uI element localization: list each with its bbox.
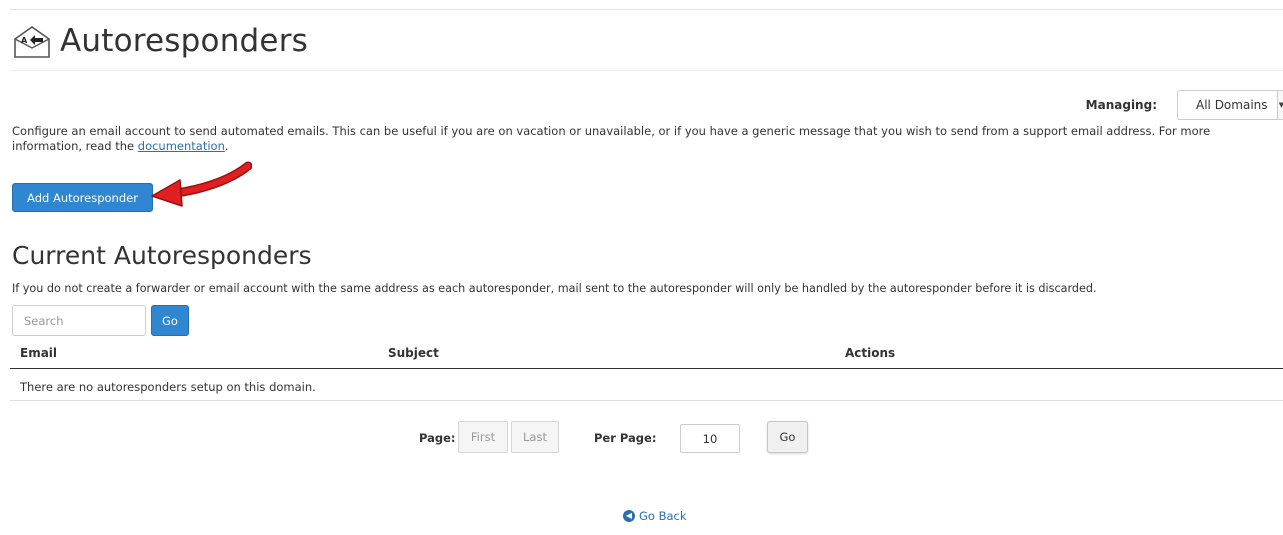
column-header-actions: Actions bbox=[845, 346, 896, 360]
chevron-down-icon[interactable]: ▼ bbox=[1277, 91, 1283, 119]
column-header-subject[interactable]: Subject bbox=[388, 346, 439, 360]
current-autoresponders-note: If you do not create a forwarder or emai… bbox=[12, 282, 1097, 295]
intro-text: Configure an email account to send autom… bbox=[12, 124, 1262, 154]
domain-select-value: All Domains bbox=[1196, 98, 1268, 112]
autoresponder-envelope-icon: A bbox=[14, 26, 50, 58]
red-arrow-annotation-icon bbox=[151, 161, 252, 207]
managing-domain-control: Managing: All Domains ▼ bbox=[1086, 90, 1283, 120]
documentation-link[interactable]: documentation bbox=[138, 139, 225, 153]
managing-label: Managing: bbox=[1085, 98, 1157, 112]
top-divider bbox=[10, 9, 1283, 10]
arrow-left-circle-icon: ◀ bbox=[623, 510, 635, 522]
title-divider bbox=[10, 70, 1283, 71]
column-header-email[interactable]: Email bbox=[20, 346, 57, 360]
go-back-link[interactable]: ◀ Go Back bbox=[623, 509, 687, 523]
page-title: Autoresponders bbox=[60, 23, 308, 59]
last-page-button[interactable]: Last bbox=[511, 421, 559, 453]
search-go-button[interactable]: Go bbox=[151, 305, 189, 336]
search-input[interactable] bbox=[12, 305, 146, 336]
per-page-input[interactable] bbox=[680, 424, 740, 453]
current-autoresponders-heading: Current Autoresponders bbox=[12, 241, 312, 270]
add-autoresponder-button[interactable]: Add Autoresponder bbox=[12, 183, 153, 212]
first-page-button[interactable]: First bbox=[458, 421, 508, 453]
pagination-go-button[interactable]: Go bbox=[767, 421, 808, 453]
page-label: Page: bbox=[419, 431, 456, 445]
table-row-divider bbox=[10, 400, 1283, 401]
table-empty-message: There are no autoresponders setup on thi… bbox=[20, 380, 316, 394]
page-header: A Autoresponders bbox=[12, 18, 308, 64]
intro-suffix: . bbox=[224, 139, 229, 153]
svg-text:A: A bbox=[21, 36, 28, 45]
go-back-label: Go Back bbox=[639, 509, 687, 523]
table-header-divider bbox=[10, 368, 1283, 369]
domain-select[interactable]: All Domains ▼ bbox=[1177, 90, 1283, 120]
per-page-label: Per Page: bbox=[594, 431, 657, 445]
